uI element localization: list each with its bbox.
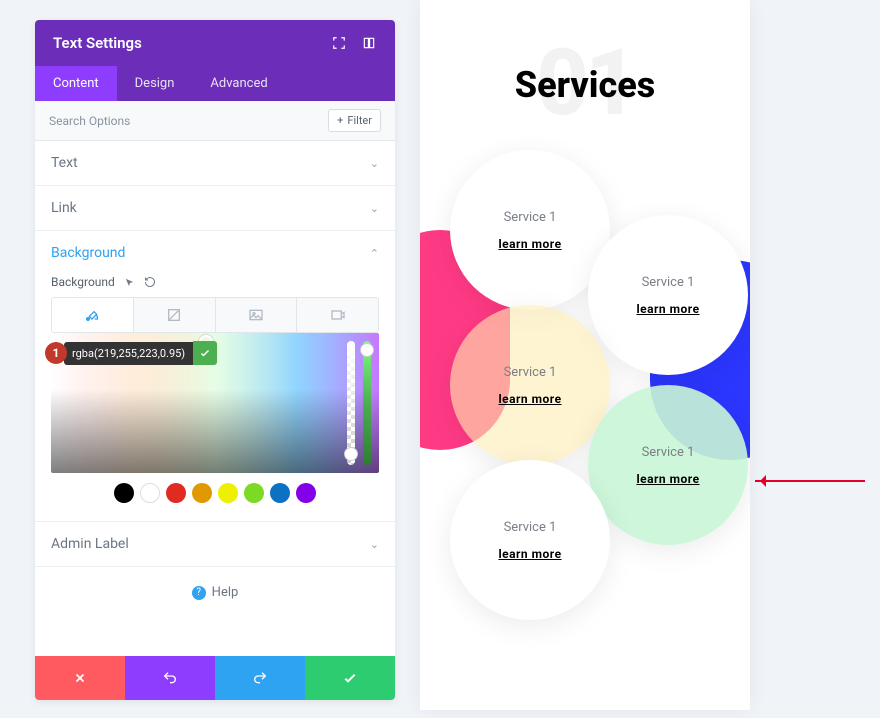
text-settings-panel: Text Settings Content Design Advanced Se… xyxy=(35,20,395,700)
learn-more-link[interactable]: learn more xyxy=(498,392,561,406)
bg-tab-video[interactable] xyxy=(297,298,378,332)
bg-tab-gradient[interactable] xyxy=(134,298,216,332)
cursor-icon[interactable] xyxy=(123,276,136,289)
section-heading: Services xyxy=(515,64,655,106)
section-background-header[interactable]: Background ⌃ xyxy=(35,231,395,275)
service-title: Service 1 xyxy=(504,210,557,225)
tab-content[interactable]: Content xyxy=(35,66,117,101)
section-link-title: Link xyxy=(51,200,77,216)
service-title: Service 1 xyxy=(642,275,695,290)
section-background-title: Background xyxy=(51,245,125,261)
learn-more-link[interactable]: learn more xyxy=(636,302,699,316)
plus-icon: + xyxy=(337,114,343,127)
help-icon: ? xyxy=(192,586,206,600)
filter-label: Filter xyxy=(347,114,372,127)
search-options-input[interactable]: Search Options xyxy=(49,114,130,128)
swatch-red[interactable] xyxy=(166,483,186,503)
alpha-slider[interactable] xyxy=(347,341,355,465)
panel-title: Text Settings xyxy=(53,34,142,52)
cancel-button[interactable] xyxy=(35,656,125,700)
help-row[interactable]: ? Help xyxy=(35,567,395,618)
section-background: Background ⌃ Background xyxy=(35,231,395,522)
swatch-black[interactable] xyxy=(114,483,134,503)
service-title: Service 1 xyxy=(504,520,557,535)
service-title: Service 1 xyxy=(504,365,557,380)
learn-more-link[interactable]: learn more xyxy=(636,472,699,486)
section-text-header[interactable]: Text ⌄ xyxy=(35,141,395,185)
chevron-up-icon: ⌃ xyxy=(370,247,379,260)
settings-tabs: Content Design Advanced xyxy=(35,66,395,101)
tab-advanced[interactable]: Advanced xyxy=(192,66,285,101)
section-admin-label: Admin Label ⌄ xyxy=(35,522,395,567)
swatch-white[interactable] xyxy=(140,483,160,503)
service-title: Service 1 xyxy=(642,445,695,460)
service-bubble: Service 1 learn more xyxy=(588,215,748,375)
hue-slider[interactable] xyxy=(363,341,371,465)
annotation-arrow xyxy=(755,480,865,482)
page-preview: 01 Services Service 1 learn more Service… xyxy=(420,0,750,710)
service-bubble: Service 1 learn more xyxy=(588,385,748,545)
learn-more-link[interactable]: learn more xyxy=(498,237,561,251)
color-value-input[interactable]: rgba(219,255,223,0.95) xyxy=(64,342,193,365)
reset-icon[interactable] xyxy=(144,276,157,289)
swatch-orange[interactable] xyxy=(192,483,212,503)
snap-icon[interactable] xyxy=(361,35,377,51)
swatch-blue[interactable] xyxy=(270,483,290,503)
service-bubble: Service 1 learn more xyxy=(450,150,610,310)
search-options-row: Search Options + Filter xyxy=(35,101,395,141)
section-link: Link ⌄ xyxy=(35,186,395,231)
hue-slider-knob[interactable] xyxy=(360,343,374,357)
bg-tab-image[interactable] xyxy=(216,298,298,332)
save-button[interactable] xyxy=(305,656,395,700)
chevron-down-icon: ⌄ xyxy=(370,157,379,170)
section-text: Text ⌄ xyxy=(35,141,395,186)
section-admin-label-title: Admin Label xyxy=(51,536,129,552)
service-bubble: Service 1 learn more xyxy=(450,460,610,620)
service-bubble: Service 1 learn more xyxy=(450,305,610,465)
swatch-green[interactable] xyxy=(244,483,264,503)
tab-design[interactable]: Design xyxy=(117,66,193,101)
section-link-header[interactable]: Link ⌄ xyxy=(35,186,395,230)
expand-icon[interactable] xyxy=(331,35,347,51)
swatch-yellow[interactable] xyxy=(218,483,238,503)
section-text-title: Text xyxy=(51,155,78,171)
background-field-label: Background xyxy=(51,275,115,289)
bg-tab-color[interactable] xyxy=(52,298,134,332)
redo-button[interactable] xyxy=(215,656,305,700)
color-swatches xyxy=(51,473,379,507)
confirm-color-button[interactable] xyxy=(193,341,217,365)
swatch-purple[interactable] xyxy=(296,483,316,503)
color-picker-area[interactable]: 1 rgba(219,255,223,0.95) xyxy=(51,333,379,473)
panel-footer xyxy=(35,656,395,700)
color-picker: 1 rgba(219,255,223,0.95) xyxy=(51,333,379,507)
help-label: Help xyxy=(212,585,239,600)
panel-header: Text Settings Content Design Advanced xyxy=(35,20,395,101)
background-type-tabs xyxy=(51,297,379,333)
chevron-down-icon: ⌄ xyxy=(370,538,379,551)
filter-button[interactable]: + Filter xyxy=(328,109,381,132)
undo-button[interactable] xyxy=(125,656,215,700)
alpha-slider-knob[interactable] xyxy=(344,447,358,461)
step-badge: 1 xyxy=(45,342,67,364)
learn-more-link[interactable]: learn more xyxy=(498,547,561,561)
section-admin-label-header[interactable]: Admin Label ⌄ xyxy=(35,522,395,566)
chevron-down-icon: ⌄ xyxy=(370,202,379,215)
